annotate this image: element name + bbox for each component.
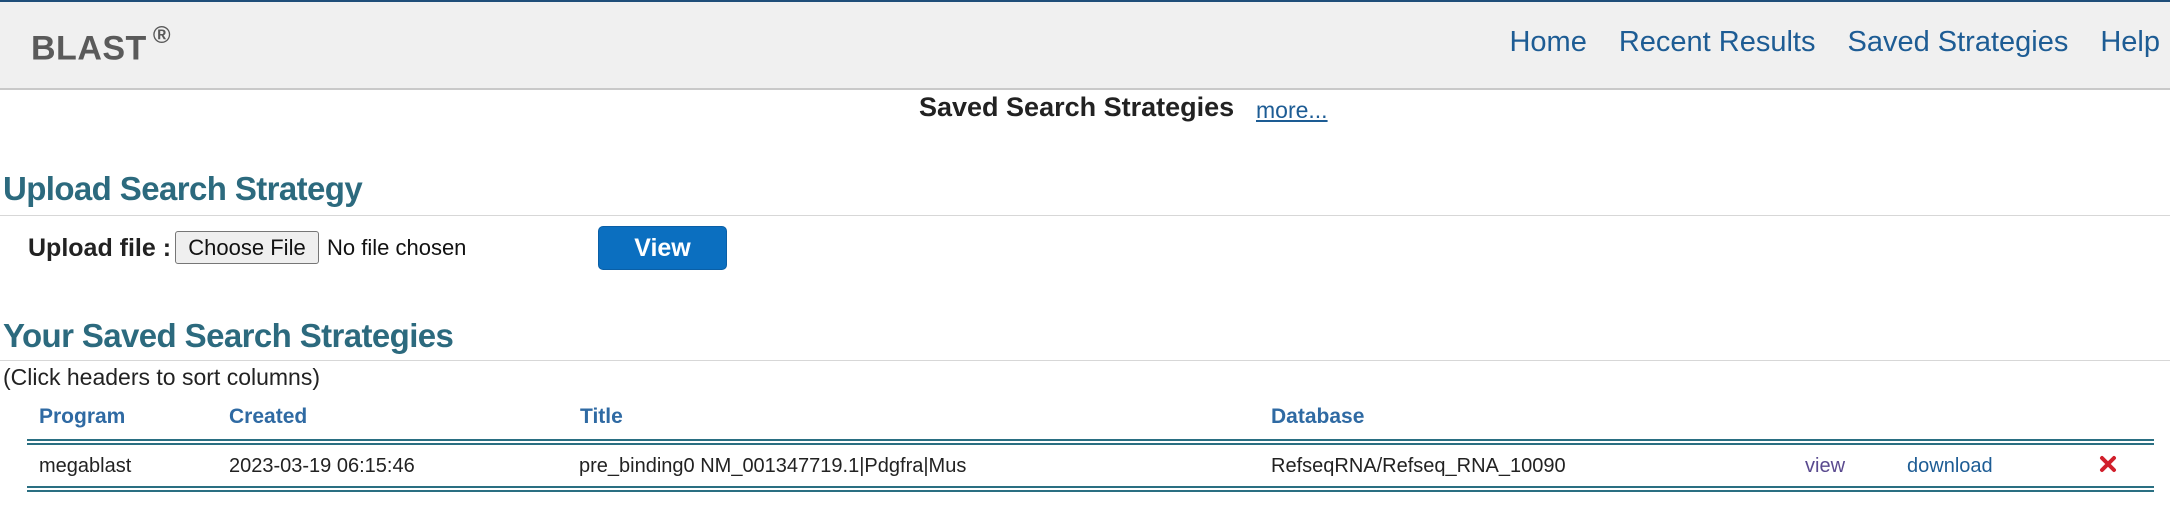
column-header-title[interactable]: Title: [580, 405, 623, 429]
registered-mark: ®: [152, 22, 172, 49]
cell-created: 2023-03-19 06:15:46: [229, 455, 415, 477]
delete-strategy-icon[interactable]: [2097, 453, 2119, 475]
table-header-rule: [27, 439, 2154, 445]
column-header-program[interactable]: Program: [39, 405, 125, 429]
table-footer-rule: [27, 486, 2154, 492]
column-header-database[interactable]: Database: [1271, 405, 1364, 429]
cell-database: RefseqRNA/Refseq_RNA_10090: [1271, 455, 1566, 477]
choose-file-button[interactable]: Choose File: [175, 231, 319, 264]
blast-logo[interactable]: BLAST ®: [31, 22, 171, 68]
logo-text: BLAST: [31, 29, 147, 68]
column-header-created[interactable]: Created: [229, 405, 307, 429]
view-strategy-link[interactable]: view: [1805, 455, 1845, 478]
main-nav: Home Recent Results Saved Strategies Hel…: [1509, 26, 2170, 66]
view-upload-button[interactable]: View: [598, 226, 727, 270]
upload-file-label: Upload file :: [28, 234, 172, 262]
page-title: Saved Search Strategies: [919, 92, 1235, 122]
download-strategy-link[interactable]: download: [1907, 455, 1993, 478]
saved-strategies-heading: Your Saved Search Strategies: [3, 317, 454, 354]
cell-title: pre_binding0 NM_001347719.1|Pdgfra|Mus: [579, 455, 967, 477]
nav-saved-strategies-link[interactable]: Saved Strategies: [1847, 26, 2068, 66]
site-header: BLAST ® Home Recent Results Saved Strateg…: [0, 2, 2170, 90]
file-status-text: No file chosen: [327, 235, 467, 260]
saved-strategies-divider: [0, 360, 2170, 361]
sort-hint: (Click headers to sort columns): [3, 364, 320, 390]
nav-home-link[interactable]: Home: [1509, 26, 1586, 66]
upload-section-heading: Upload Search Strategy: [3, 170, 363, 207]
more-link[interactable]: more...: [1256, 97, 1328, 124]
nav-recent-results-link[interactable]: Recent Results: [1619, 26, 1816, 66]
cell-program: megablast: [39, 455, 132, 477]
upload-section-divider: [0, 215, 2170, 216]
nav-help-link[interactable]: Help: [2100, 26, 2160, 66]
